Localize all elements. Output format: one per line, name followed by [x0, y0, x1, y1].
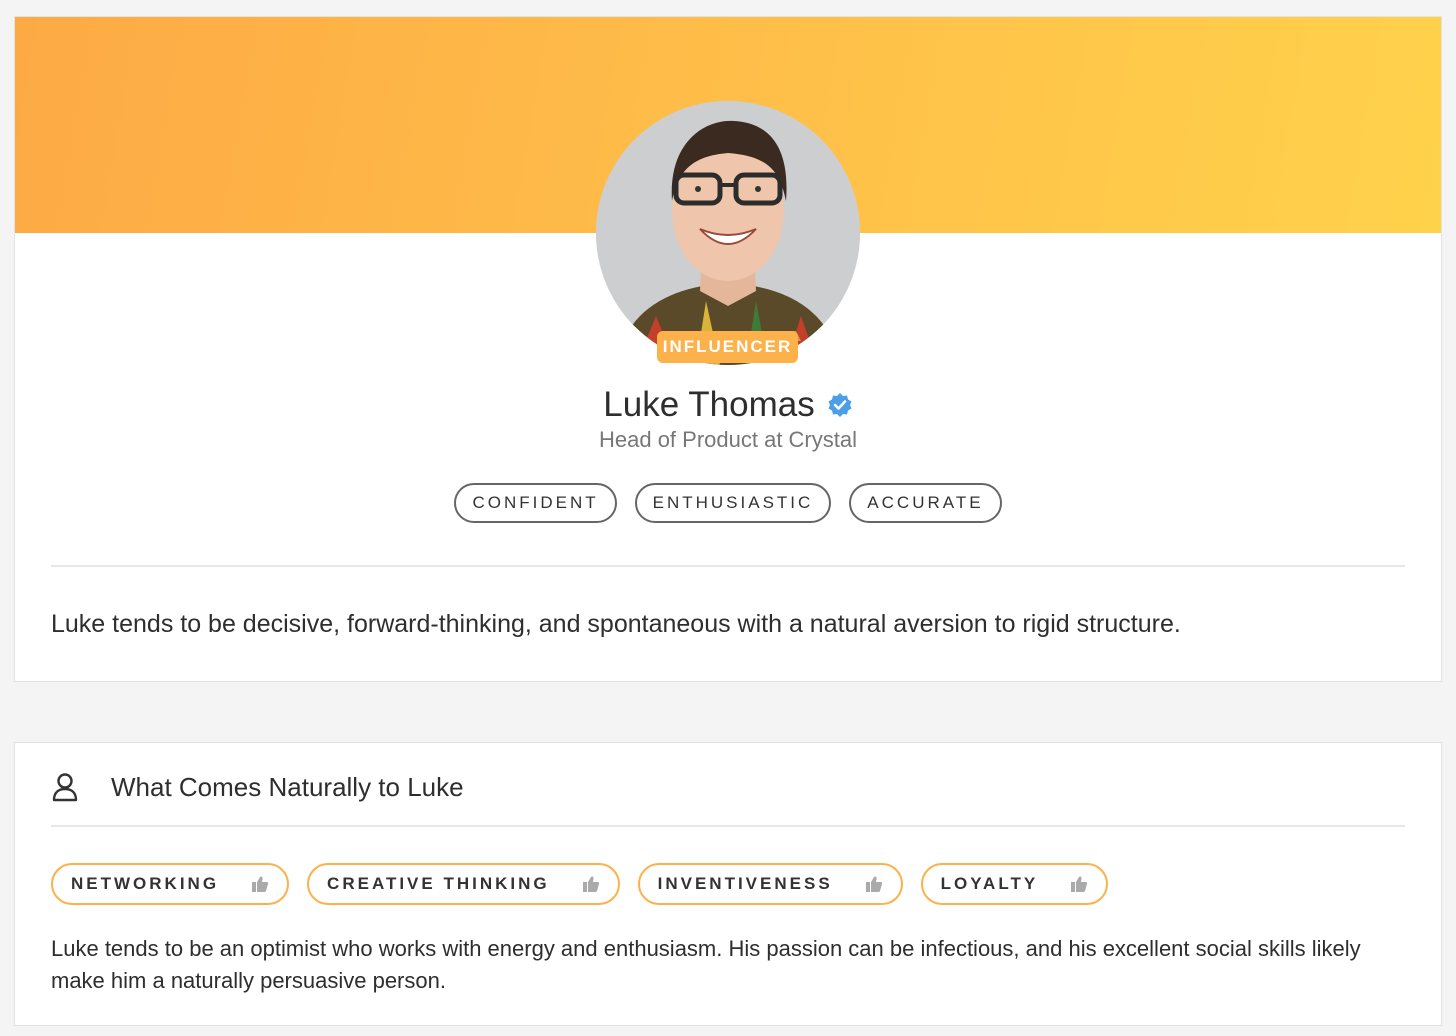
influencer-badge: INFLUENCER: [657, 331, 798, 363]
verified-badge-icon: [827, 392, 853, 418]
section-header: What Comes Naturally to Luke: [51, 765, 464, 809]
thumbs-up-icon[interactable]: [582, 875, 600, 893]
what-comes-naturally-card: What Comes Naturally to Luke NETWORKING …: [14, 742, 1442, 1026]
name-row: Luke Thomas: [15, 383, 1441, 427]
strength-label: NETWORKING: [71, 874, 220, 893]
thumbs-up-icon[interactable]: [1070, 875, 1088, 893]
divider: [51, 565, 1405, 567]
strength-pill-inventiveness[interactable]: INVENTIVENESS: [637, 863, 903, 905]
profile-name: Luke Thomas: [603, 385, 815, 424]
strength-label: LOYALTY: [940, 874, 1039, 893]
divider: [51, 825, 1405, 827]
profile-summary: Luke tends to be decisive, forward-think…: [51, 610, 1181, 638]
trait-pill[interactable]: CONFIDENT: [454, 483, 617, 523]
avatar[interactable]: [596, 101, 860, 365]
trait-pill[interactable]: ENTHUSIASTIC: [634, 483, 832, 523]
trait-list: CONFIDENT ENTHUSIASTIC ACCURATE: [15, 483, 1441, 523]
trait-pill[interactable]: ACCURATE: [849, 483, 1002, 523]
strength-pill-networking[interactable]: NETWORKING: [51, 863, 290, 905]
thumbs-up-icon[interactable]: [865, 875, 883, 893]
thumbs-up-icon[interactable]: [251, 875, 269, 893]
section-title: What Comes Naturally to Luke: [111, 771, 464, 802]
strength-label: INVENTIVENESS: [657, 874, 833, 893]
profile-card: INFLUENCER Luke Thomas Head of Product a…: [14, 16, 1442, 682]
strength-pill-loyalty[interactable]: LOYALTY: [920, 863, 1109, 905]
strength-label: CREATIVE THINKING: [327, 874, 550, 893]
person-icon: [51, 772, 79, 802]
profile-headline: Head of Product at Crystal: [598, 427, 857, 452]
section-description: Luke tends to be an optimist who works w…: [51, 936, 1361, 993]
avatar-photo: [596, 101, 860, 365]
strength-list: NETWORKING CREATIVE THINKING INVENTIVENE…: [51, 863, 1109, 905]
strength-pill-creative-thinking[interactable]: CREATIVE THINKING: [307, 863, 620, 905]
